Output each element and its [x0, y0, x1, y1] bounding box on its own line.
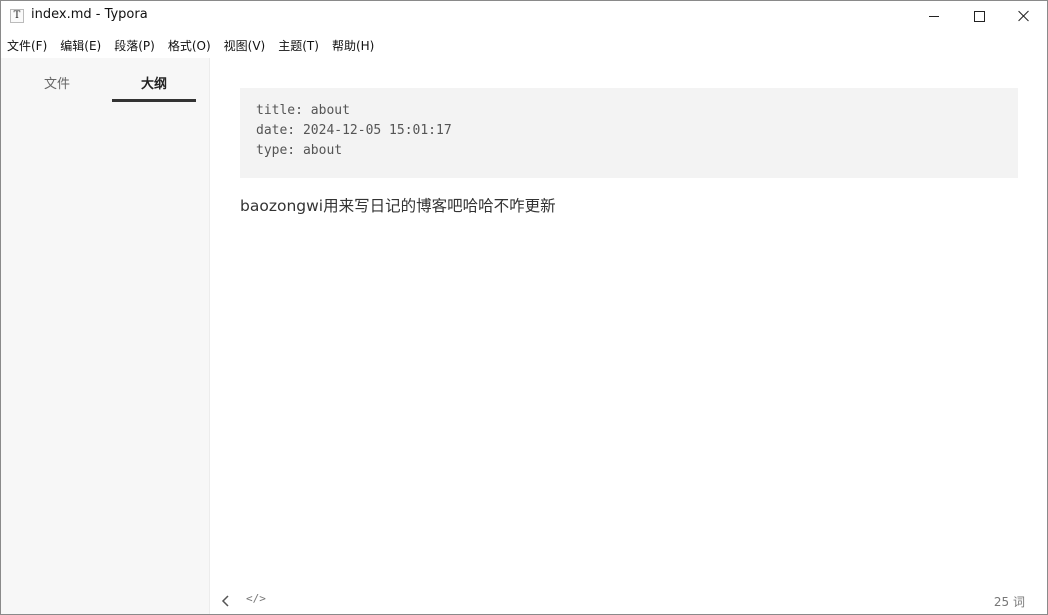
- tab-files[interactable]: 文件: [15, 73, 99, 92]
- word-count[interactable]: 25 词: [994, 593, 1025, 610]
- menu-edit[interactable]: 编辑(E): [60, 37, 101, 54]
- menu-paragraph[interactable]: 段落(P): [114, 37, 155, 54]
- source-code-mode-button[interactable]: </>: [246, 592, 266, 605]
- menu-file[interactable]: 文件(F): [7, 37, 47, 54]
- sidebar: 文件 大纲: [1, 58, 210, 614]
- minimize-icon: [929, 15, 939, 17]
- menu-view[interactable]: 视图(V): [224, 37, 266, 54]
- app-window: T index.md - Typora 文件(F) 编辑(E) 段落(P) 格式…: [0, 0, 1048, 615]
- title-bar: T index.md - Typora: [1, 1, 1047, 31]
- window-title: index.md - Typora: [31, 7, 148, 22]
- maximize-icon: [973, 10, 985, 22]
- body-paragraph[interactable]: baozongwi用来写日记的博客吧哈哈不咋更新: [240, 194, 556, 216]
- toggle-sidebar-button[interactable]: [219, 593, 233, 607]
- typora-app-icon: T: [10, 9, 24, 23]
- menu-format[interactable]: 格式(O): [168, 37, 211, 54]
- close-button[interactable]: [1001, 1, 1047, 31]
- menu-help[interactable]: 帮助(H): [332, 37, 374, 54]
- menu-themes[interactable]: 主题(T): [278, 37, 319, 54]
- status-bar: </> 25 词: [210, 589, 1047, 613]
- close-icon: [1018, 10, 1030, 22]
- maximize-button[interactable]: [956, 1, 1002, 31]
- minimize-button[interactable]: [911, 1, 957, 31]
- active-tab-indicator: [112, 99, 196, 102]
- editor-area[interactable]: title: about date: 2024-12-05 15:01:17 t…: [210, 58, 1047, 614]
- front-matter-block[interactable]: title: about date: 2024-12-05 15:01:17 t…: [240, 88, 1018, 178]
- tab-outline[interactable]: 大纲: [112, 73, 196, 92]
- front-matter-line-type: type: about: [256, 143, 343, 158]
- front-matter-line-date: date: 2024-12-05 15:01:17: [256, 123, 452, 138]
- front-matter-line-title: title: about: [256, 103, 350, 118]
- chevron-left-icon: [221, 595, 229, 607]
- menu-bar: 文件(F) 编辑(E) 段落(P) 格式(O) 视图(V) 主题(T) 帮助(H…: [1, 34, 387, 56]
